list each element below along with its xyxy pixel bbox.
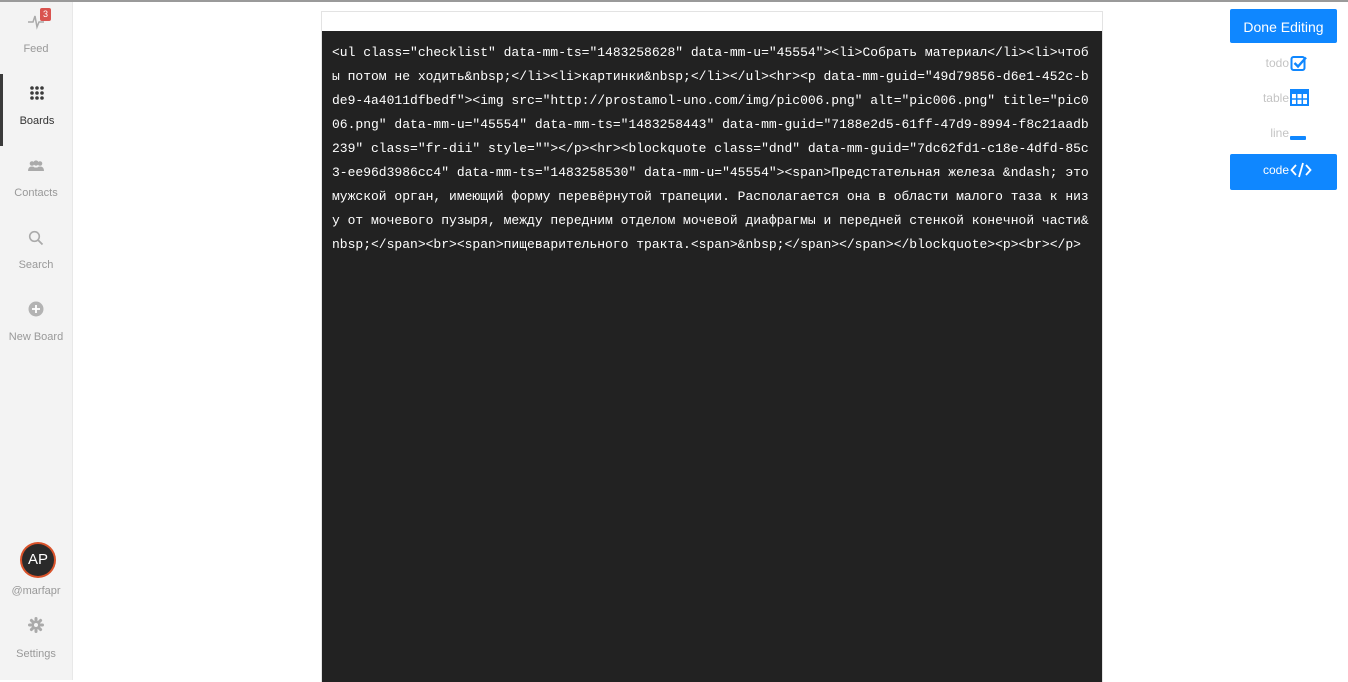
editor-toolbar-strip [322,12,1102,31]
sidebar-item-label: Contacts [14,187,58,199]
done-editing-button[interactable]: Done Editing [1230,9,1337,43]
sidebar-item-contacts[interactable]: Contacts [0,146,72,218]
code-view-textarea[interactable]: <ul class="checklist" data-mm-ts="148325… [322,31,1102,682]
sidebar-item-label: Search [18,259,54,271]
sidebar-item-search[interactable]: Search [0,218,72,290]
tool-label: todo [1265,56,1289,70]
insert-line-button[interactable]: line [1230,116,1337,152]
pulse-icon: 3 [27,8,52,35]
editor-panel: <ul class="checklist" data-mm-ts="148325… [321,11,1103,682]
sidebar: 3 Feed Boards Contacts Search New Board … [0,2,73,680]
checkbox-icon [1290,54,1308,77]
tool-label: line [1270,126,1289,140]
sidebar-item-feed[interactable]: 3 Feed [0,2,72,74]
tool-label: code [1262,163,1289,177]
search-icon [28,230,44,251]
people-icon [28,159,44,177]
username: @marfapr [11,585,61,597]
sidebar-item-label: Settings [16,648,56,660]
sidebar-item-label: New Board [8,331,64,343]
tool-label: table [1262,91,1289,105]
table-icon [1290,89,1309,111]
sidebar-item-label: Feed [23,43,49,55]
insert-todo-button[interactable]: todo [1230,46,1337,82]
sidebar-item-label: Boards [19,115,55,127]
notification-badge: 3 [40,8,52,21]
sidebar-item-new-board[interactable]: New Board [0,290,72,362]
insert-table-button[interactable]: table [1230,81,1337,117]
avatar[interactable]: AP [22,544,54,576]
code-view-toggle-button[interactable]: code [1230,154,1337,190]
line-icon [1290,128,1306,146]
code-icon [1290,161,1312,184]
sidebar-item-boards[interactable]: Boards [0,74,72,146]
plus-circle-icon [28,301,44,322]
sidebar-item-settings[interactable]: Settings [0,606,72,678]
gear-icon [28,617,44,638]
grid-dots-icon [29,85,45,106]
